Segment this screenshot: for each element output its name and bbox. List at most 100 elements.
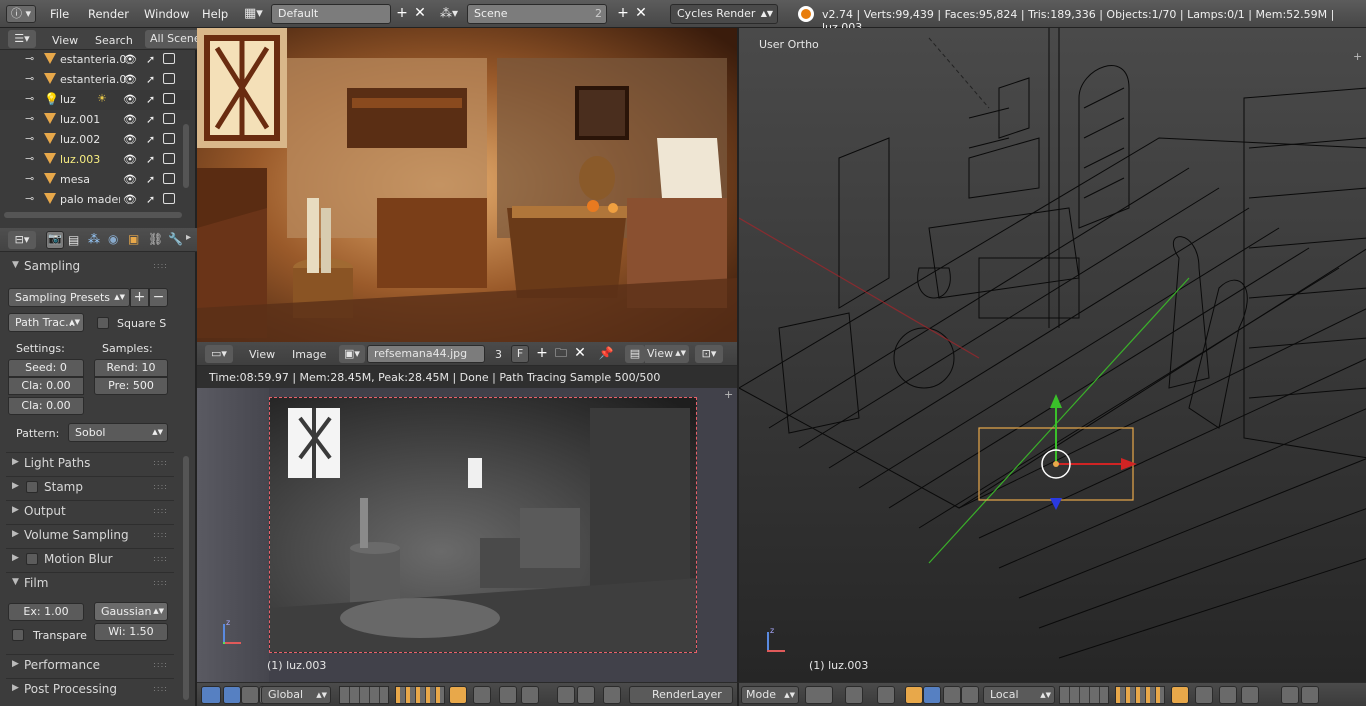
drag-grip-icon[interactable]: ::::: [153, 578, 168, 587]
viewport-layers-grid[interactable]: [1059, 686, 1109, 704]
eye-icon[interactable]: 👁: [123, 73, 137, 86]
eye-icon[interactable]: 👁: [123, 113, 137, 126]
delete-screen-icon[interactable]: ✕: [411, 5, 429, 23]
outliner-filter-select[interactable]: All Scene: [145, 30, 197, 48]
integrator-select[interactable]: Path Trac... ▲▼: [8, 313, 84, 332]
render-layers-tab-icon[interactable]: ▤: [68, 233, 79, 247]
outliner-editor-icon[interactable]: ☰▾: [8, 30, 36, 48]
render-camera-icon[interactable]: [163, 73, 175, 84]
drag-grip-icon[interactable]: ::::: [153, 458, 168, 467]
sampling-section-header[interactable]: ▼ Sampling ::::: [6, 256, 174, 278]
render-camera-icon[interactable]: [163, 113, 175, 124]
cursor-icon[interactable]: ➚: [146, 93, 155, 106]
render-samples-field[interactable]: Rend: 10: [94, 359, 168, 377]
open-image-folder-icon[interactable]: 🗀: [552, 345, 570, 363]
image-editor-menu-view[interactable]: View: [249, 348, 275, 361]
add-screen-icon[interactable]: +: [393, 5, 411, 23]
object-tab-icon[interactable]: ▣: [128, 232, 139, 246]
image-editor-type-icon[interactable]: ▭▾: [205, 345, 233, 363]
seed-field[interactable]: Seed: 0: [8, 359, 84, 377]
lock-layers-icon[interactable]: [449, 686, 467, 704]
exposure-field[interactable]: Ex: 1.00: [8, 603, 84, 621]
layers-grid-2[interactable]: [395, 686, 445, 704]
transparent-checkbox[interactable]: [12, 629, 24, 641]
film-section-header[interactable]: ▼ Film ::::: [6, 572, 174, 594]
filter-type-select[interactable]: Gaussian ▲▼: [94, 602, 168, 621]
render-engine-select[interactable]: Cycles Render ▲▼: [670, 4, 778, 24]
menu-window[interactable]: Window: [144, 7, 189, 21]
editor-type-info-icon[interactable]: ⓘ ▾: [6, 5, 36, 23]
constraints-tab-icon[interactable]: ⛓: [148, 232, 163, 246]
eye-icon[interactable]: 👁: [123, 173, 137, 186]
drag-grip-icon[interactable]: ::::: [153, 261, 168, 270]
clamp-indirect-field[interactable]: Cla: 0.00: [8, 397, 84, 415]
cursor-icon[interactable]: ➚: [146, 113, 155, 126]
eye-icon[interactable]: 👁: [123, 133, 137, 146]
scene-icon[interactable]: ⁂▾: [440, 5, 462, 23]
drag-grip-icon[interactable]: ::::: [153, 530, 168, 539]
drag-grip-icon[interactable]: ::::: [153, 506, 168, 515]
motion-blur-section-header[interactable]: ▶ Motion Blur ::::: [6, 548, 174, 570]
manipulator-move-icon[interactable]: [923, 686, 941, 704]
render-tab-camera-icon[interactable]: 📷: [46, 231, 64, 249]
outliner-row[interactable]: ⊸ 💡 luz ☀ 👁 ➚: [0, 90, 190, 110]
properties-scrollbar[interactable]: [183, 456, 189, 700]
output-section-header[interactable]: ▶ Output ::::: [6, 500, 174, 522]
viewport-render-still-icon[interactable]: [1281, 686, 1299, 704]
modifiers-tab-icon[interactable]: 🔧: [168, 232, 183, 246]
menu-help[interactable]: Help: [202, 7, 228, 21]
snap-magnet-icon[interactable]: [499, 686, 517, 704]
render-layer-select[interactable]: RenderLayer: [629, 686, 733, 704]
drag-grip-icon[interactable]: ::::: [153, 482, 168, 491]
outliner-hscrollbar[interactable]: [4, 212, 182, 218]
unlink-image-icon[interactable]: ✕: [571, 345, 589, 363]
outliner-row[interactable]: ⊸ estanteria.0 👁 ➚: [0, 50, 190, 70]
scene-field[interactable]: Scene: [467, 4, 607, 24]
motion-blur-checkbox[interactable]: [26, 553, 38, 565]
view-mode-icon[interactable]: ▤: [625, 345, 645, 363]
drag-grip-icon[interactable]: ::::: [153, 660, 168, 669]
stamp-enable-checkbox[interactable]: [26, 481, 38, 493]
render-camera-icon[interactable]: [163, 153, 175, 164]
render-camera-icon[interactable]: [163, 193, 175, 204]
screen-layout-field[interactable]: Default: [271, 4, 391, 24]
outliner-row[interactable]: ⊸ mesa 👁 ➚: [0, 170, 190, 190]
remove-preset-button[interactable]: −: [149, 288, 168, 307]
clamp-direct-field[interactable]: Cla: 0.00: [8, 377, 84, 395]
performance-section-header[interactable]: ▶ Performance ::::: [6, 654, 174, 676]
viewport-3d[interactable]: User Ortho z (1) luz.003 +: [737, 28, 1366, 682]
outliner-row[interactable]: ⊸ luz.001 👁 ➚: [0, 110, 190, 130]
render-camera-icon[interactable]: [163, 173, 175, 184]
rotate-manipulator-icon[interactable]: [241, 686, 259, 704]
render-camera-icon[interactable]: [163, 133, 175, 144]
fake-user-button[interactable]: F: [511, 345, 529, 363]
proportional-edit-icon[interactable]: [473, 686, 491, 704]
image-editor-menu-image[interactable]: Image: [292, 348, 326, 361]
manipulator-rotate-icon[interactable]: [943, 686, 961, 704]
pin-icon[interactable]: 📌: [597, 345, 615, 363]
menu-render[interactable]: Render: [88, 7, 129, 21]
viewport-snap-icon[interactable]: [1219, 686, 1237, 704]
layers-grid[interactable]: [339, 686, 389, 704]
outliner-row-selected[interactable]: ⊸ luz.003 👁 ➚: [0, 150, 190, 170]
outliner-menu-view[interactable]: View: [52, 34, 78, 47]
pivot-point-icon[interactable]: [845, 686, 863, 704]
viewport-snap-target-icon[interactable]: [1241, 686, 1259, 704]
cursor-icon[interactable]: ➚: [146, 173, 155, 186]
viewport-render-anim-icon[interactable]: [1301, 686, 1319, 704]
viewport-layers-grid-2[interactable]: [1115, 686, 1165, 704]
preview-samples-field[interactable]: Pre: 500: [94, 377, 168, 395]
zoom-fit-icon[interactable]: ⊡▾: [695, 345, 723, 363]
render-still-icon[interactable]: [557, 686, 575, 704]
viewport-proportional-icon[interactable]: [1195, 686, 1213, 704]
stamp-section-header[interactable]: ▶ Stamp ::::: [6, 476, 174, 498]
light-paths-section-header[interactable]: ▶ Light Paths ::::: [6, 452, 174, 474]
pause-render-icon[interactable]: [603, 686, 621, 704]
volume-sampling-section-header[interactable]: ▶ Volume Sampling ::::: [6, 524, 174, 546]
properties-editor-icon[interactable]: ⊟▾: [8, 231, 36, 249]
viewport-panel-toggle-plus-icon[interactable]: +: [1353, 50, 1362, 63]
delete-scene-icon[interactable]: ✕: [632, 5, 650, 23]
panel-toggle-plus-icon[interactable]: +: [724, 388, 733, 401]
snap-target-icon[interactable]: [521, 686, 539, 704]
outliner-row[interactable]: ⊸ luz.002 👁 ➚: [0, 130, 190, 150]
